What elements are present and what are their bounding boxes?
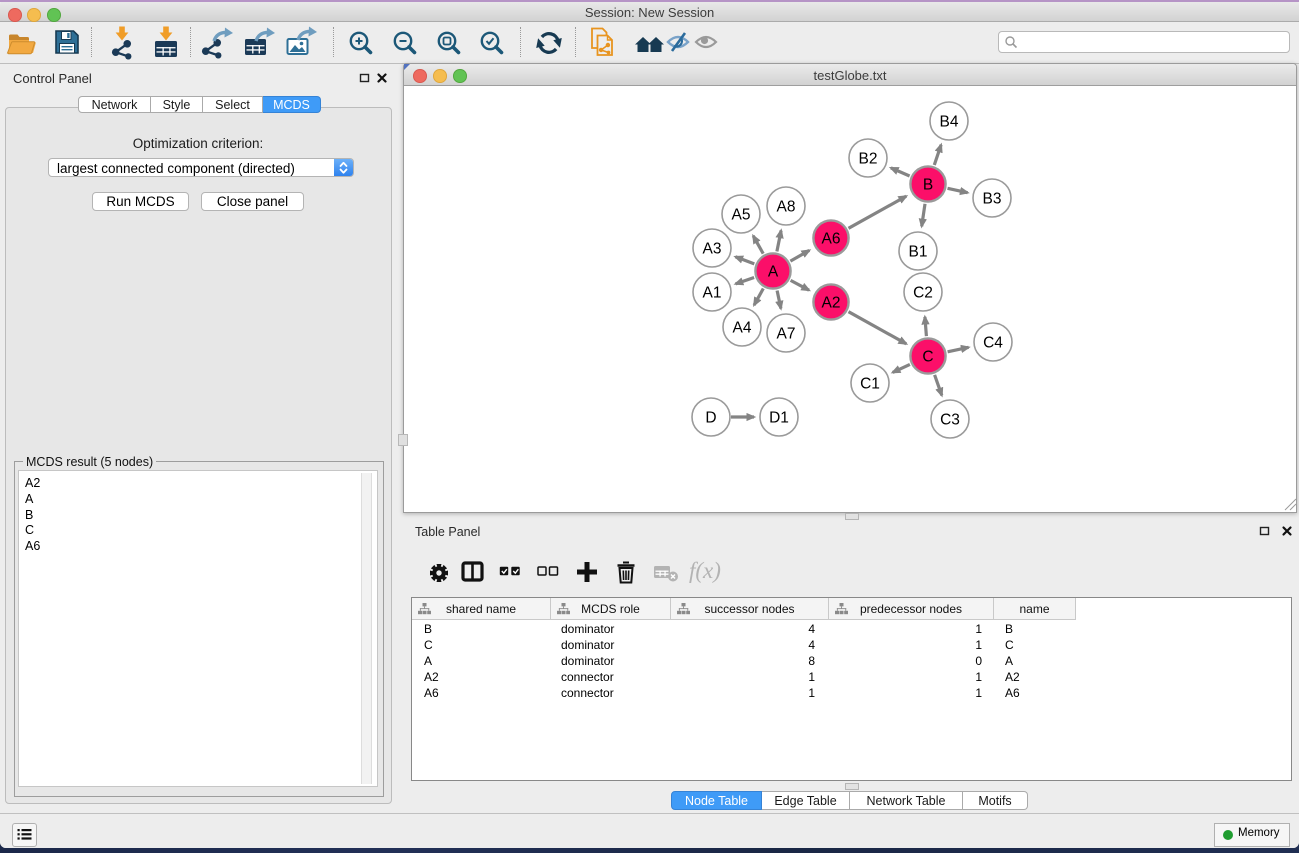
svg-text:A5: A5 [732, 207, 751, 224]
svg-text:B1: B1 [909, 244, 928, 261]
svg-text:A1: A1 [703, 285, 722, 302]
svg-text:C4: C4 [983, 335, 1003, 352]
svg-text:B4: B4 [940, 114, 959, 131]
svg-text:A6: A6 [822, 231, 841, 248]
svg-text:A2: A2 [822, 295, 841, 312]
svg-text:C3: C3 [940, 412, 960, 429]
svg-text:A: A [768, 264, 779, 281]
svg-text:D: D [705, 410, 716, 427]
svg-text:B2: B2 [859, 151, 878, 168]
svg-text:A7: A7 [777, 326, 796, 343]
svg-text:A4: A4 [733, 320, 752, 337]
svg-text:B3: B3 [983, 191, 1002, 208]
svg-text:A3: A3 [703, 241, 722, 258]
svg-text:C: C [922, 349, 933, 366]
svg-text:C2: C2 [913, 285, 933, 302]
svg-text:C1: C1 [860, 376, 880, 393]
svg-text:D1: D1 [769, 410, 789, 427]
svg-text:A8: A8 [777, 199, 796, 216]
svg-text:B: B [923, 177, 933, 194]
